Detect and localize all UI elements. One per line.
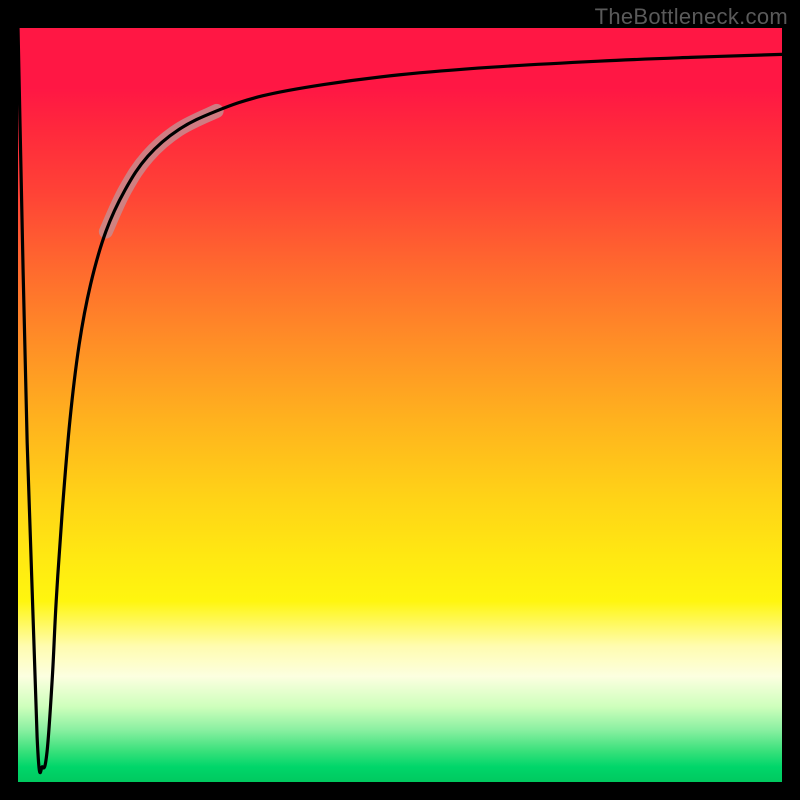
curve-svg	[18, 28, 782, 782]
plot-area	[18, 28, 782, 782]
credit-label: TheBottleneck.com	[595, 4, 788, 30]
chart-frame: TheBottleneck.com	[0, 0, 800, 800]
bottleneck-curve	[18, 28, 782, 773]
curve-highlight	[106, 111, 217, 232]
